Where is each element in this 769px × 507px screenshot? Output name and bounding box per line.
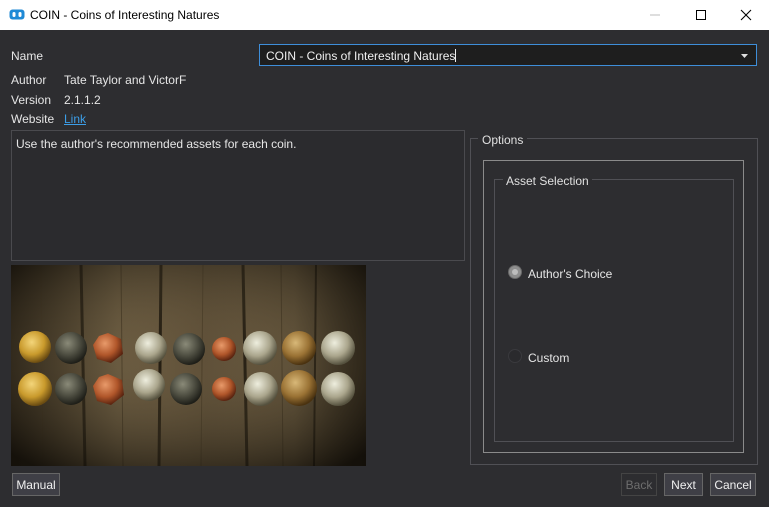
- version-value: 2.1.1.2: [64, 93, 101, 107]
- name-label: Name: [11, 49, 44, 63]
- options-label: Options: [478, 133, 528, 147]
- description-box: Use the author's recommended assets for …: [11, 130, 465, 261]
- maximize-button[interactable]: [678, 0, 724, 30]
- author-value: Tate Taylor and VictorF: [64, 73, 187, 87]
- next-button[interactable]: Next: [664, 473, 703, 496]
- preview-image: [11, 265, 366, 466]
- custom-label[interactable]: Custom: [528, 351, 569, 365]
- cancel-button[interactable]: Cancel: [710, 473, 756, 496]
- website-link[interactable]: Link: [64, 112, 86, 126]
- title-bar: COIN - Coins of Interesting Natures: [0, 0, 769, 30]
- authors-choice-label[interactable]: Author's Choice: [528, 267, 612, 281]
- manual-button[interactable]: Manual: [12, 473, 60, 496]
- asset-selection-label: Asset Selection: [503, 174, 592, 188]
- back-button[interactable]: Back: [621, 473, 657, 496]
- custom-radio[interactable]: [508, 349, 522, 363]
- app-logo-icon: [9, 9, 25, 20]
- close-icon: [740, 9, 752, 21]
- chevron-down-icon: [741, 54, 748, 58]
- window-title: COIN - Coins of Interesting Natures: [30, 8, 220, 22]
- asset-selection-group: [494, 179, 734, 442]
- maximize-icon: [696, 10, 706, 20]
- minimize-button[interactable]: [632, 0, 678, 30]
- close-button[interactable]: [723, 0, 769, 30]
- author-label: Author: [11, 73, 47, 87]
- website-label: Website: [11, 112, 55, 126]
- name-dropdown[interactable]: COIN - Coins of Interesting Natures: [259, 44, 757, 66]
- authors-choice-radio[interactable]: [508, 265, 522, 279]
- minimize-icon: [650, 14, 660, 16]
- coins-on-wood-image: [11, 265, 366, 466]
- name-value: COIN - Coins of Interesting Natures: [266, 49, 457, 63]
- description-text: Use the author's recommended assets for …: [16, 137, 297, 151]
- text-cursor: [455, 49, 457, 62]
- version-label: Version: [11, 93, 52, 107]
